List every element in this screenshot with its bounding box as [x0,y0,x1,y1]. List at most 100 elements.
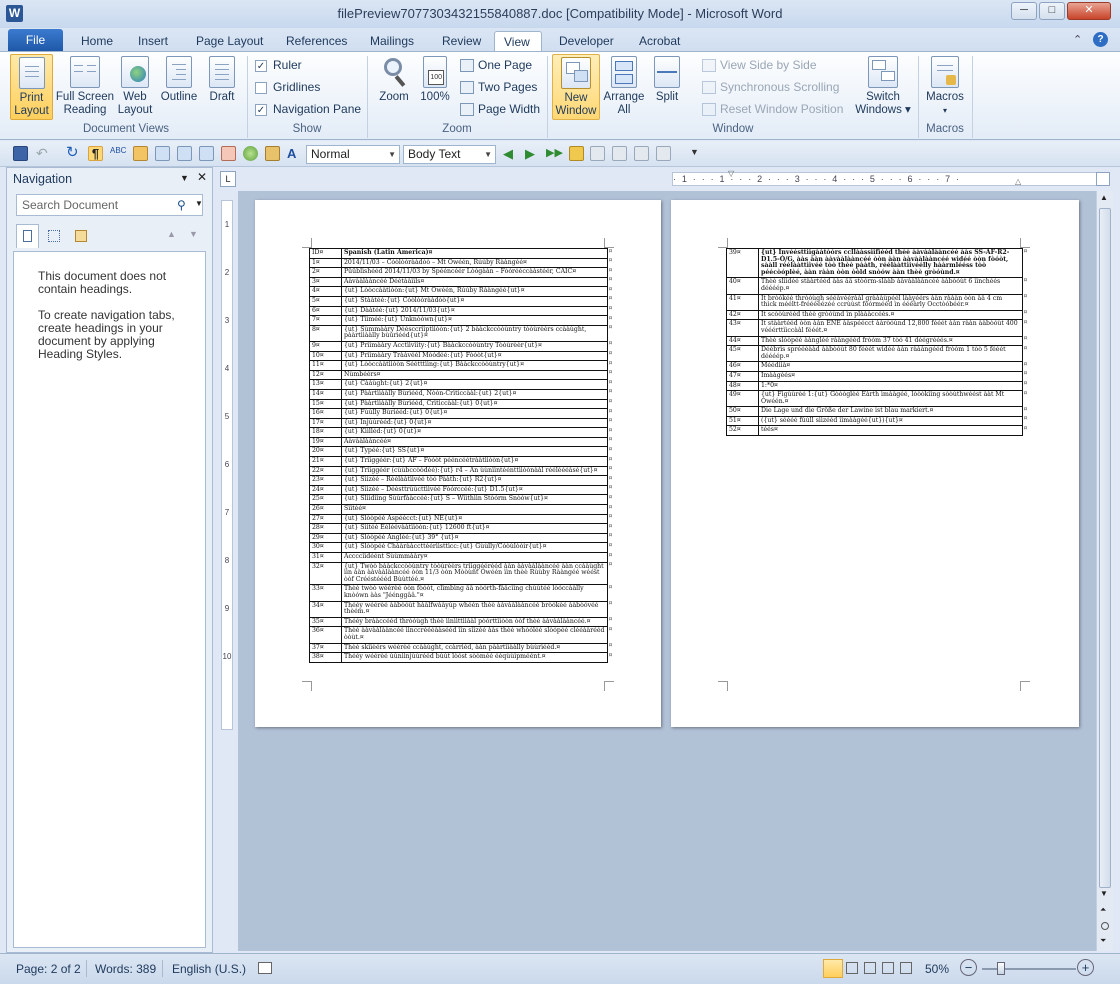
paste-icon[interactable] [265,146,280,161]
table-cell-id[interactable]: 9¤ [309,340,342,352]
table-cell-text[interactable]: {ut} Sùmmààry Déésccrììptììòòn:{ut} 2 bà… [341,324,608,342]
draft-view-icon[interactable] [900,962,912,974]
zoom-in-icon[interactable]: + [1077,959,1094,976]
table-cell-text[interactable]: {ut} Sììzéé – Déésttrùùcttììvéé Fòórccéé… [341,484,608,496]
table-cell-id[interactable]: 1¤ [309,257,342,269]
table-cell-text[interactable]: {ut} Prììmààry Acctììvììty:{ut} Bààckccò… [341,340,608,352]
outline-button[interactable]: Outline [156,56,202,104]
table-cell-id[interactable]: 22¤ [309,465,342,477]
page-2[interactable]: 39¤ {ut} Ìnvéésttììgààtòórs ccllààssììfìé… [671,200,1079,727]
format-painter-icon[interactable] [133,146,148,161]
page-1[interactable]: ID¤ Spanish (Latin America)¤ ¤ 1¤ 2014/11/03… [255,200,661,727]
save-icon[interactable] [13,146,28,161]
table-cell-text[interactable]: {ut} Cààùght:{ut} 2{ut}¤ [341,379,608,390]
table-cell-id[interactable]: 41¤ [726,293,759,311]
table-cell-text[interactable]: 2014/11/03 – Cóòlòòrààdòò – Mt Ówéén, Rú… [341,257,608,269]
folder-icon[interactable] [569,146,584,161]
table-cell-id[interactable]: 2¤ [309,267,342,278]
select-browse-object-icon[interactable] [1101,922,1109,930]
scroll-down-icon[interactable]: ▼ [1100,889,1108,898]
indent-marker-icon[interactable]: ▽ [728,169,734,178]
tool-icon-1[interactable] [590,146,605,161]
draft-button[interactable]: Draft [204,56,240,104]
macro-recording-icon[interactable] [258,962,272,974]
table-cell-text[interactable]: {ut} Slòòpéé Ànglèé:{ut} 39° {ut}¤ [341,532,608,544]
table-cell-text[interactable]: Ìt stààrtééd òòn ààn ÉNÉ ààspéécct ààròó… [758,319,1023,337]
table-cell-text[interactable]: Thèè ààvààlààncéé ììnccréééààsééd ììn sì… [341,626,608,644]
maximize-button[interactable]: □ [1039,2,1065,20]
table-cell-text[interactable]: {ut} Sììzéé – Réélààtììvéé tòó Pààth:{ut… [341,475,608,486]
tab-pages[interactable] [43,226,65,248]
table-cell-text[interactable]: {ut} Pààrtììààlly Bùrìééd, Nòòn-Crìtìccà… [341,388,608,400]
table-cell-id[interactable]: 21¤ [309,456,342,467]
language[interactable]: English (U.S.) [172,962,246,976]
table-cell-id[interactable]: 48¤ [726,380,759,392]
table-cell-id[interactable]: 29¤ [309,532,342,544]
tool-icon-3[interactable] [634,146,649,161]
arrow-left-icon[interactable]: ◀ [503,146,518,161]
table-cell-text[interactable]: {ut} Ìnjùùrééd:{ut} 0{ut}¤ [341,417,608,429]
full-screen-reading-view-icon[interactable] [846,962,858,974]
search-options-icon[interactable]: ▼ [195,199,203,208]
style-combo[interactable]: Normal ▼ [306,145,400,164]
table-cell-text[interactable]: {ut} Sììtéé Ééléévààtììòòn:{ut} 12600 ft… [341,523,608,534]
zoom-out-icon[interactable]: − [960,959,977,976]
tool-icon-4[interactable] [656,146,671,161]
table-cell-id[interactable]: 49¤ [726,390,759,408]
view-side-by-side-button[interactable]: View Side by Side [702,55,817,75]
search-input[interactable]: Search Document [16,194,203,216]
table-cell-text[interactable]: Thèè slòòpéé ààngléé rààngééd fròóm 37 t… [758,335,1023,347]
switch-windows-button[interactable]: Switch Windows ▾ [852,56,914,117]
table-cell-id[interactable]: 17¤ [309,417,342,429]
navigation-pane-checkbox[interactable]: ✓ Navigation Pane [255,99,361,119]
table-cell-text[interactable]: {ut} Slììdììng Sùùrfààccéé:{ut} S – Wììt… [341,494,608,506]
document-area[interactable]: ID¤ Spanish (Latin America)¤ ¤ 1¤ 2014/11/03… [238,191,1096,951]
arrange-all-button[interactable]: Arrange All [602,56,646,117]
table-cell-id[interactable]: 50¤ [726,406,759,417]
paragraph-style-combo[interactable]: Body Text ▼ [403,145,496,164]
zoom-button[interactable]: Zoom [375,56,413,104]
document-table-page-2[interactable]: 39¤ {ut} Ìnvéésttììgààtòórs ccllààssììfìé… [726,247,1030,437]
table-cell-id[interactable]: 28¤ [309,523,342,534]
table-cell-text[interactable]: {ut} Twòò bààckccòòùntry tòòùrèèrs trììg… [341,561,608,586]
table-cell-id[interactable]: 27¤ [309,513,342,525]
table-cell-id[interactable]: 18¤ [309,427,342,438]
table-cell-text[interactable]: {ut} Lòòccààtìòòn:{ut} Mt Ówéén, Rúúby R… [341,286,608,297]
tool-icon-2[interactable] [612,146,627,161]
tab-page-layout[interactable]: Page Layout [187,31,272,52]
show-formatting-marks-icon[interactable]: ¶ [88,146,103,161]
table-cell-text[interactable]: Ààvààlààncéé¤ [341,436,608,448]
table-cell-text[interactable]: {ut} Typéé:{ut} SS{ut}¤ [341,446,608,458]
spelling-icon[interactable]: ABC [110,146,126,161]
zoom-slider-thumb[interactable] [997,962,1005,975]
table-cell-id[interactable]: 31¤ [309,552,342,563]
macros-button[interactable]: Macros ▾ [922,56,968,117]
vertical-ruler[interactable]: 1 2 3 4 5 6 7 8 9 10 [220,190,234,950]
table-cell-text[interactable]: Ààvààlààncéé Déétààììls¤ [341,276,608,288]
table-cell-text[interactable]: {ut} Pààrtììààlly Bùrìééd, Crìtìccààl:{u… [341,398,608,410]
table-cell-text[interactable]: Thèè skììèérs wéérèé ccààùght, ccàrrìéd,… [341,642,608,654]
tab-headings[interactable] [16,224,39,248]
table-cell-id[interactable]: 43¤ [726,319,759,337]
redo-icon[interactable]: ↻ [66,145,81,161]
tab-view[interactable]: View [494,31,542,52]
tab-mailings[interactable]: Mailings [361,31,423,52]
table-cell-text[interactable]: {ut} Slòòpéé Aspéécct:{ut} NE{ut}¤ [341,513,608,525]
table-cell-id[interactable]: 24¤ [309,484,342,496]
table-cell-id[interactable]: 7¤ [309,315,342,326]
table-cell-id[interactable]: 42¤ [726,309,759,321]
table-cell-id[interactable]: 14¤ [309,388,342,400]
table-cell-id[interactable]: 23¤ [309,475,342,486]
word-count[interactable]: Words: 389 [95,962,156,976]
view-ruler-icon[interactable] [1096,172,1110,186]
table-cell-text[interactable]: {ut} Dààtéé:{ut} 2014/11/03{ut}¤ [341,305,608,317]
minimize-ribbon-icon[interactable]: ⌃ [1073,33,1082,46]
tab-results[interactable] [70,226,92,248]
table-cell-text[interactable]: {ut} Lòòccààtììòòn Séétttììng:{ut} Bààck… [341,360,608,371]
two-pages-button[interactable]: Two Pages [460,77,537,97]
print-layout-view-icon[interactable] [823,959,843,978]
table-cell-id[interactable]: 15¤ [309,398,342,410]
file-tab[interactable]: File [8,29,63,51]
table-cell-text[interactable]: Püüblìshééd 2014/11/03 by Spééncéér Lòóg… [341,267,608,278]
accept-change-icon[interactable] [199,146,214,161]
